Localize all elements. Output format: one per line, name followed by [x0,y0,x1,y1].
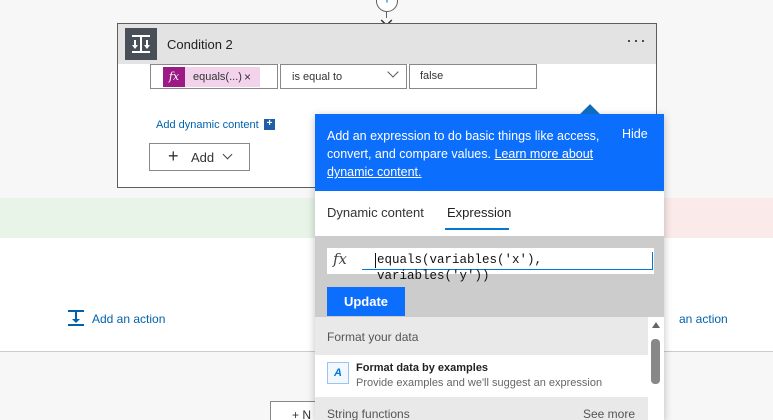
right-operand-value: false [420,70,444,82]
if-no-header[interactable] [660,198,773,238]
operator-select[interactable]: is equal to [280,64,407,89]
hide-button[interactable]: Hide [622,127,648,141]
tab-dynamic-content[interactable]: Dynamic content [327,205,424,220]
add-action-link-no[interactable]: an action [679,312,728,326]
new-step-button[interactable]: + N [270,401,320,420]
remove-token-icon[interactable]: × [244,70,251,84]
expression-editor-area: fx equals(variables('x'), variables('y')… [315,236,664,317]
expression-popup: Add an expression to do basic things lik… [315,104,664,420]
more-options-icon[interactable]: ··· [626,31,647,49]
add-button[interactable]: + Add [149,143,250,171]
add-action-link[interactable]: Add an action [92,312,165,326]
add-button-label: Add [191,150,215,165]
add-action-icon[interactable] [67,309,85,327]
chevron-down-icon [387,66,399,78]
if-yes-branch [0,238,320,352]
add-dynamic-content-icon[interactable]: + [264,119,275,130]
chevron-down-icon [222,149,233,160]
text-cursor [375,253,376,268]
token-label: equals(...) [193,71,242,83]
scroll-thumb[interactable] [651,339,660,384]
add-dynamic-content-link[interactable]: Add dynamic content [156,119,259,131]
format-item-subtitle: Provide examples and we'll suggest an ex… [356,377,603,389]
active-tab-indicator [445,228,509,230]
condition-title: Condition 2 [167,37,233,52]
token-fx-icon: fx [163,67,185,87]
popup-header: Add an expression to do basic things lik… [315,114,664,191]
tab-expression[interactable]: Expression [447,205,511,220]
expression-token[interactable]: fx equals(...) × [163,67,260,87]
format-data-section-header: Format your data [315,317,648,355]
condition-left-operand[interactable]: fx equals(...) × [150,64,278,89]
if-yes-header[interactable] [0,198,320,238]
section-label: Format your data [327,330,419,344]
if-no-branch [660,238,773,352]
plus-icon: + [168,146,179,166]
format-data-by-examples-item[interactable]: A Format data by examples Provide exampl… [315,355,648,395]
fx-icon: fx [333,250,348,268]
insert-step-button[interactable]: + [376,0,398,12]
new-step-label: + N [292,408,312,420]
popup-scrollbar[interactable] [648,317,664,420]
section-label: String functions [327,407,410,420]
string-functions-section-header: String functions See more [315,397,648,420]
expression-box: fx equals(variables('x'), variables('y')… [327,248,654,283]
popup-description: Add an expression to do basic things lik… [327,127,602,181]
update-button[interactable]: Update [327,287,405,316]
condition-icon [125,28,157,60]
scroll-up-icon[interactable] [652,322,660,328]
see-more-link[interactable]: See more [583,407,635,420]
condition-right-operand[interactable]: false [409,64,537,89]
format-item-title: Format data by examples [356,362,489,374]
condition-header[interactable]: Condition 2 ··· [118,24,656,64]
operator-value: is equal to [292,71,343,83]
expression-input[interactable]: equals(variables('x'), variables('y')) [362,252,653,283]
format-data-icon: A [327,362,349,384]
